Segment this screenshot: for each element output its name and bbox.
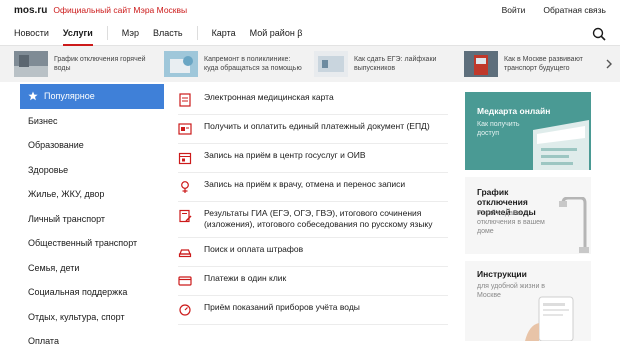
phone-in-hand-image — [525, 296, 574, 341]
sidebar-item-housing[interactable]: Жилье, ЖКУ, двор — [20, 182, 164, 207]
hot-water-schedule-card[interactable]: График отключения горячей воды Узнайте д… — [465, 177, 591, 254]
nav-item-map[interactable]: Карта — [212, 20, 236, 46]
nav-item-government[interactable]: Власть — [153, 20, 183, 46]
service-label: Платежи в один клик — [204, 273, 287, 283]
news-item-text: Как в Москве развивают транспорт будущег… — [504, 56, 583, 72]
nav-item-services[interactable]: Услуги — [62, 20, 93, 46]
sidebar-item-social-support[interactable]: Социальная поддержка — [20, 280, 164, 305]
star-icon — [28, 91, 38, 101]
sidebar-item-family[interactable]: Семья, дети — [20, 256, 164, 281]
nav-item-my-district[interactable]: Мой район β — [250, 20, 303, 46]
sidebar-item-health[interactable]: Здоровье — [20, 158, 164, 183]
service-label: Запись на приём к врачу, отмена и перено… — [204, 179, 406, 189]
service-label: Запись на приём в центр госуслуг и ОИВ — [204, 150, 366, 160]
service-label: Результаты ГИА (ЕГЭ, ОГЭ, ГВЭ), итоговог… — [204, 208, 433, 229]
medical-card-screen-image — [533, 120, 589, 170]
sidebar-item-popular[interactable]: Популярное — [20, 84, 164, 109]
service-item[interactable]: Запись на приём в центр госуслуг и ОИВ — [178, 144, 448, 173]
news-item[interactable]: Капремонт в поликлинике: куда обращаться… — [164, 51, 314, 77]
medcard-online-card[interactable]: Медкарта онлайн Как получить доступ — [465, 92, 591, 170]
search-icon[interactable] — [592, 27, 606, 41]
news-strip: График отключения горячей воды Капремонт… — [0, 46, 620, 82]
service-item[interactable]: Приём показаний приборов учёта воды — [178, 296, 448, 325]
water-meter-icon — [179, 304, 191, 316]
medical-card-icon — [179, 93, 191, 107]
instructions-card[interactable]: Инструкции для удобной жизни в Москве — [465, 261, 591, 341]
news-item-text: Как сдать ЕГЭ: лайфхаки выпускников — [354, 56, 437, 72]
service-item[interactable]: Результаты ГИА (ЕГЭ, ОГЭ, ГВЭ), итоговог… — [178, 202, 448, 238]
nav-item-mayor[interactable]: Мэр — [122, 20, 139, 46]
fines-icon — [178, 249, 192, 258]
promo-cards: Медкарта онлайн Как получить доступ Граф… — [465, 92, 591, 348]
site-title[interactable]: Официальный сайт Мэра Москвы — [53, 5, 187, 15]
sidebar-item-payment[interactable]: Оплата — [20, 329, 164, 354]
news-item[interactable]: Как сдать ЕГЭ: лайфхаки выпускников — [314, 51, 464, 77]
card-title: Инструкции — [477, 269, 527, 279]
services-list: Электронная медицинская карта Получить и… — [178, 86, 448, 325]
news-item[interactable]: График отключения горячей воды — [14, 51, 164, 77]
service-label: Получить и оплатить единый платежный док… — [204, 121, 430, 131]
category-sidebar: Популярное Бизнес Образование Здоровье Ж… — [20, 84, 164, 354]
exam-results-icon — [179, 209, 192, 223]
news-thumbnail-image — [314, 51, 348, 77]
chevron-right-icon[interactable] — [604, 59, 614, 69]
site-logo[interactable]: mos.ru — [14, 5, 47, 16]
water-tap-icon — [559, 197, 589, 253]
service-item[interactable]: Запись на приём к врачу, отмена и перено… — [178, 173, 448, 202]
service-item[interactable]: Поиск и оплата штрафов — [178, 238, 448, 267]
login-link[interactable]: Войти — [502, 5, 526, 15]
sidebar-item-personal-transport[interactable]: Личный транспорт — [20, 207, 164, 232]
payment-document-icon — [178, 123, 192, 135]
sidebar-item-education[interactable]: Образование — [20, 133, 164, 158]
card-subtitle: Узнайте даты отключения в вашем доме — [477, 210, 545, 235]
news-thumbnail-image — [464, 51, 498, 77]
card-subtitle: Как получить доступ — [477, 121, 520, 137]
one-click-payment-icon — [178, 276, 192, 286]
top-bar: mos.ru Официальный сайт Мэра Москвы Войт… — [0, 0, 620, 20]
service-label: Приём показаний приборов учёта воды — [204, 302, 360, 312]
feedback-link[interactable]: Обратная связь — [543, 5, 606, 15]
top-right-links: Войти Обратная связь — [502, 5, 606, 15]
nav-item-news[interactable]: Новости — [14, 20, 49, 46]
service-item[interactable]: Электронная медицинская карта — [178, 86, 448, 115]
sidebar-item-leisure[interactable]: Отдых, культура, спорт — [20, 305, 164, 330]
sidebar-item-label: Популярное — [44, 91, 95, 101]
service-label: Поиск и оплата штрафов — [204, 244, 304, 254]
sidebar-item-business[interactable]: Бизнес — [20, 109, 164, 134]
doctor-appointment-icon — [181, 181, 189, 193]
sidebar-item-public-transport[interactable]: Общественный транспорт — [20, 231, 164, 256]
nav-divider — [196, 25, 198, 40]
service-item[interactable]: Получить и оплатить единый платежный док… — [178, 115, 448, 144]
service-label: Электронная медицинская карта — [204, 92, 334, 102]
news-item-text: Капремонт в поликлинике: куда обращаться… — [204, 56, 302, 72]
news-thumbnail-image — [164, 51, 198, 77]
nav-divider — [106, 25, 108, 40]
service-item[interactable]: Платежи в один клик — [178, 267, 448, 296]
news-item[interactable]: Как в Москве развивают транспорт будущег… — [464, 51, 614, 77]
card-title: Медкарта онлайн — [477, 106, 551, 116]
news-thumbnail-image — [14, 51, 48, 77]
main-nav: Новости Услуги Мэр Власть Карта Мой райо… — [0, 20, 620, 46]
appointment-icon — [178, 152, 192, 165]
news-item-text: График отключения горячей воды — [54, 56, 146, 72]
